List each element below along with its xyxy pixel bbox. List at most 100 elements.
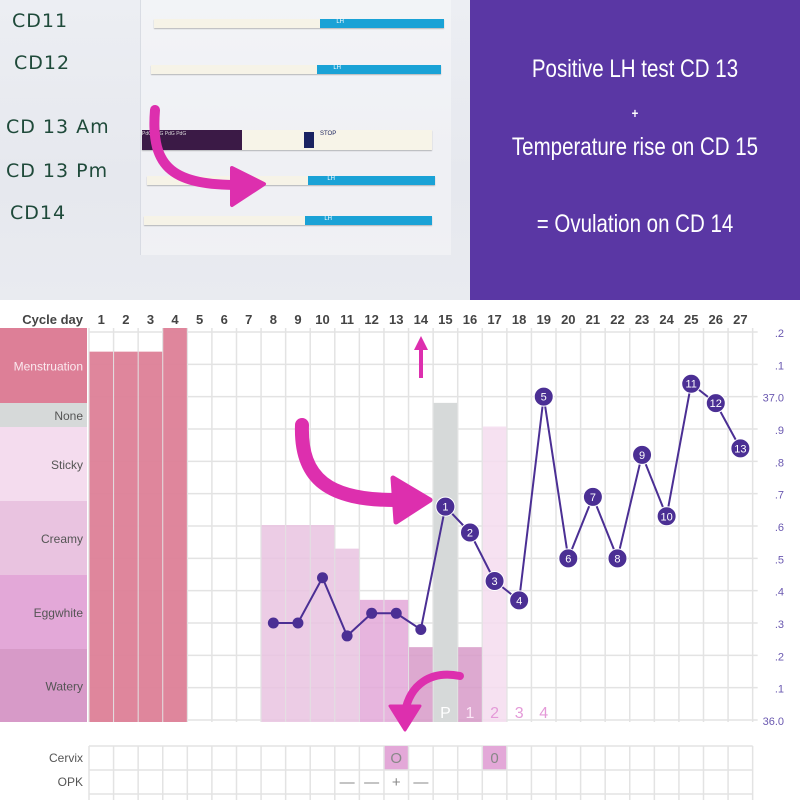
cycle-day-10: 10	[315, 312, 329, 327]
temperature-point-label: 6	[565, 553, 571, 565]
row-label-cervix: Cervix	[49, 751, 83, 765]
category-label-creamy: Creamy	[41, 532, 83, 546]
opk-symbol-day-14: —	[413, 774, 428, 791]
cycle-day-13: 13	[389, 312, 403, 327]
fluid-category-column: Menstruation None Sticky Creamy Eggwhite Wate…	[0, 328, 87, 722]
cycle-day-16: 16	[463, 312, 477, 327]
temperature-point-12	[366, 607, 378, 619]
summary-panel: Positive LH test CD 13 + Temperature ris…	[470, 0, 800, 300]
curved-arrow-to-temp-rise	[294, 418, 402, 507]
temperature-point-label: 10	[661, 511, 673, 523]
cycle-day-22: 22	[610, 312, 624, 327]
summary-plus: +	[631, 105, 639, 121]
temperature-point-label: 12	[710, 398, 722, 410]
temperature-point-10	[317, 572, 329, 584]
temperature-point-label: 13	[734, 443, 746, 455]
cycle-day-18: 18	[512, 312, 526, 327]
temp-tick-label: .9	[775, 425, 784, 437]
temp-tick-label: 37.0	[763, 393, 784, 405]
fluid-bars	[89, 328, 507, 722]
temperature-point-8	[267, 617, 279, 629]
cycle-day-11: 11	[340, 312, 354, 327]
test-strips-photo: CD11 CD12 CD 13 Am CD 13 Pm CD14 LH LH P…	[0, 0, 470, 300]
temp-tick-label: .4	[775, 587, 784, 599]
cycle-day-1: 1	[98, 312, 105, 327]
summary-line-temperature-rise: Temperature rise on CD 15	[511, 133, 759, 161]
curved-arrow-head	[230, 166, 266, 207]
temp-tick-label: .2	[775, 328, 784, 340]
summary-line-positive-lh: Positive LH test CD 13	[531, 55, 739, 83]
temp-tick-label: .5	[775, 554, 784, 566]
post-ovulation-label: 3	[515, 705, 524, 722]
temperature-point-13	[390, 607, 402, 619]
extra-rows: Cervix O 0 OPK — — + —	[49, 745, 754, 800]
cycle-day-15: 15	[438, 312, 452, 327]
temperature-point-label: 2	[467, 527, 473, 539]
ovulation-marker-arrow-up-icon	[414, 336, 428, 350]
cycle-day-7: 7	[245, 312, 252, 327]
temperature-point-label: 8	[614, 553, 620, 565]
temp-tick-label: 36.0	[763, 716, 784, 728]
cycle-day-19: 19	[536, 312, 550, 327]
temp-tick-label: .1	[775, 684, 784, 696]
temp-tick-label: .8	[775, 457, 784, 469]
temperature-point-label: 11	[685, 379, 696, 391]
cycle-day-label: Cycle day	[22, 312, 83, 327]
cycle-day-26: 26	[709, 312, 723, 327]
cycle-day-9: 9	[294, 312, 301, 327]
temp-tick-label: .2	[775, 651, 784, 663]
cycle-day-25: 25	[684, 312, 698, 327]
temp-tick-label: .6	[775, 522, 784, 534]
post-ovulation-label: P	[440, 705, 451, 722]
post-ovulation-label: 1	[466, 705, 475, 722]
opk-symbol-day-11: —	[340, 774, 355, 791]
category-label-watery: Watery	[45, 680, 83, 694]
fluid-bar-day-10	[310, 525, 335, 722]
temp-tick-label: .1	[775, 360, 784, 372]
cycle-day-2: 2	[122, 312, 129, 327]
cycle-day-27: 27	[733, 312, 747, 327]
temperature-point-label: 4	[516, 595, 522, 607]
fluid-bar-day-4	[163, 328, 187, 722]
cycle-day-5: 5	[196, 312, 203, 327]
cycle-day-17: 17	[487, 312, 501, 327]
cycle-day-6: 6	[221, 312, 228, 327]
temperature-point-label: 1	[442, 502, 448, 514]
category-label-none: None	[54, 409, 83, 423]
photo-arrow-layer	[149, 105, 266, 207]
temperature-point-14	[415, 623, 427, 635]
curved-arrow-to-temp-rise-head	[390, 475, 433, 525]
category-label-menstruation: Menstruation	[14, 360, 83, 374]
post-ovulation-label: 4	[539, 705, 548, 722]
post-ovulation-label: 2	[490, 705, 499, 722]
fluid-bar-day-3	[138, 351, 163, 722]
cycle-day-8: 8	[270, 312, 277, 327]
row-label-opk: OPK	[58, 775, 83, 789]
category-label-eggwhite: Eggwhite	[34, 606, 84, 620]
cycle-day-12: 12	[364, 312, 378, 327]
fertility-chart: Menstruation None Sticky Creamy Eggwhite Wate…	[0, 312, 784, 800]
temperature-point-label: 3	[492, 576, 498, 588]
cycle-day-3: 3	[147, 312, 154, 327]
fluid-bar-day-2	[114, 351, 138, 722]
temp-tick-label: .3	[775, 619, 784, 631]
fluid-bar-day-1	[89, 351, 114, 722]
temperature-point-label: 5	[541, 392, 547, 404]
cycle-day-4: 4	[171, 312, 179, 327]
cycle-day-header: Cycle day 1 2 3 4 5 6 7 8 9 10 11 12 13 14 15 16 17 18 19 2…	[22, 312, 747, 327]
cervix-symbol-day-13: O	[390, 750, 402, 767]
cervix-symbol-day-17: 0	[490, 750, 498, 767]
cycle-day-24: 24	[659, 312, 674, 327]
opk-symbol-day-13: +	[392, 774, 401, 791]
temperature-axis: .2 .1 37.0 .9 .8 .7 .6 .5 .4 .3 .2 .1 36.0	[763, 328, 784, 728]
curved-arrow-shaft	[149, 105, 245, 190]
temperature-point-label: 9	[639, 450, 645, 462]
category-label-sticky: Sticky	[51, 458, 83, 472]
summary-line-ovulation: = Ovulation on CD 14	[536, 210, 734, 238]
cycle-day-20: 20	[561, 312, 575, 327]
opk-symbol-day-12: —	[364, 774, 379, 791]
temp-tick-label: .7	[775, 490, 784, 502]
cycle-day-21: 21	[586, 312, 600, 327]
temperature-point-label: 7	[590, 492, 596, 504]
cycle-day-23: 23	[635, 312, 649, 327]
